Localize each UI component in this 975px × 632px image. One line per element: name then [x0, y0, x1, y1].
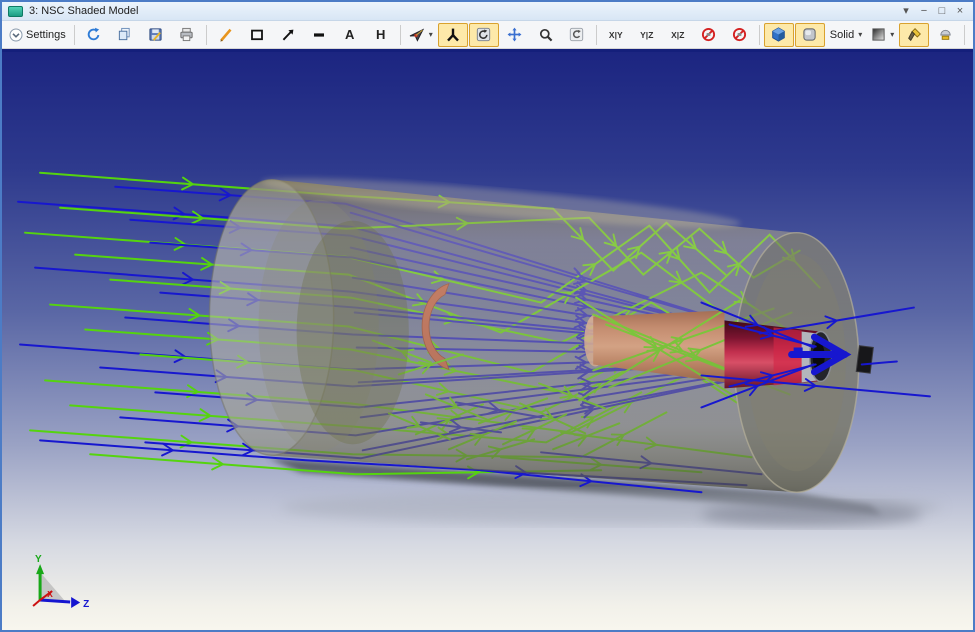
- print-button[interactable]: [172, 23, 202, 47]
- draw-line-button[interactable]: [211, 23, 241, 47]
- split-view-button[interactable]: [969, 23, 973, 47]
- window-menu-chevron-icon[interactable]: ▾: [897, 3, 915, 19]
- flashlight-icon: [907, 27, 922, 42]
- maximize-button[interactable]: □: [933, 3, 951, 19]
- update-button[interactable]: [79, 23, 109, 47]
- orientation-icon: [409, 28, 425, 42]
- dropdown-arrow-icon: ▾: [890, 30, 894, 39]
- gradient-square-icon: [871, 27, 886, 42]
- toolbar-separator: [74, 25, 75, 45]
- dash-icon: [312, 28, 326, 42]
- draw-dash-button[interactable]: [304, 23, 334, 47]
- no-spin-button[interactable]: [694, 23, 724, 47]
- 3d-viewport[interactable]: Y Z X: [2, 49, 973, 630]
- y-axis-label: Y: [35, 554, 42, 565]
- text-height-label: H: [376, 27, 385, 42]
- toolbar-separator: [964, 25, 965, 45]
- rotate-box-icon: [476, 27, 491, 42]
- title-bar: 3: NSC Shaded Model ▾ − □ ×: [2, 2, 973, 21]
- window-icon: [8, 6, 23, 17]
- toolbar: SettingsAH▾X|YY|ZX|ZSolid▾▾Line Thicknes…: [2, 21, 973, 49]
- no-render-button[interactable]: [725, 23, 755, 47]
- draw-rectangle-button[interactable]: [242, 23, 272, 47]
- trident-icon: [446, 27, 460, 42]
- z-axis-label: Z: [83, 599, 89, 610]
- magnifier-icon: [539, 28, 553, 42]
- window-controls: ▾ − □ ×: [897, 3, 969, 19]
- insert-text-button[interactable]: A: [335, 23, 365, 47]
- copy-button[interactable]: [110, 23, 140, 47]
- orientation-button[interactable]: ▾: [405, 23, 437, 47]
- save-icon: [148, 27, 163, 42]
- plane-yz-label: Y|Z: [640, 30, 653, 40]
- plane-xz-label: X|Z: [671, 30, 684, 40]
- background-gradient-button[interactable]: ▾: [867, 23, 898, 47]
- solid-model-button[interactable]: [795, 23, 825, 47]
- pencil-icon: [219, 28, 233, 42]
- arrow-icon: [281, 28, 295, 42]
- toolbar-separator: [400, 25, 401, 45]
- chevron-down-circle-icon: [9, 28, 23, 42]
- plane-xz-button[interactable]: X|Z: [663, 23, 693, 47]
- dropdown-arrow-icon: ▾: [429, 30, 433, 39]
- minimize-button[interactable]: −: [915, 3, 933, 19]
- plane-xy-button[interactable]: X|Y: [601, 23, 631, 47]
- print-icon: [179, 27, 194, 42]
- cube-gray-icon: [802, 27, 817, 42]
- save-image-button[interactable]: [141, 23, 171, 47]
- z-axis: [40, 600, 70, 602]
- shaded-model-scene: Y Z X: [2, 52, 973, 630]
- plane-yz-button[interactable]: Y|Z: [632, 23, 662, 47]
- window-title: 3: NSC Shaded Model: [29, 5, 138, 17]
- brightness-button[interactable]: [930, 23, 960, 47]
- rotate-tool-button[interactable]: [438, 23, 468, 47]
- no-symbol-icon: [732, 27, 747, 42]
- detector-chip: [856, 346, 873, 373]
- close-button[interactable]: ×: [951, 3, 969, 19]
- reset-view-button[interactable]: [562, 23, 592, 47]
- refresh-icon: [86, 27, 101, 42]
- settings-label: Settings: [26, 29, 66, 41]
- lamp-icon: [938, 27, 953, 42]
- dropdown-arrow-icon: ▾: [858, 30, 862, 39]
- toolbar-separator: [206, 25, 207, 45]
- rectangle-icon: [250, 28, 264, 42]
- copy-icon: [117, 27, 132, 42]
- spin-tool-button[interactable]: [469, 23, 499, 47]
- barrel-front-inner-disk: [297, 221, 409, 445]
- lighting-button[interactable]: [899, 23, 929, 47]
- zoom-tool-button[interactable]: [531, 23, 561, 47]
- shaded-model-button[interactable]: [764, 23, 794, 47]
- insert-text-label: A: [345, 27, 354, 42]
- nsc-shaded-model-window: 3: NSC Shaded Model ▾ − □ × Settings A H ▾ X…: [0, 0, 975, 632]
- toolbar-separator: [596, 25, 597, 45]
- plane-xy-label: X|Y: [609, 30, 623, 40]
- text-height-button[interactable]: H: [366, 23, 396, 47]
- x-axis-label: X: [47, 589, 53, 599]
- move-icon: [507, 27, 522, 42]
- no-symbol-icon: [701, 27, 716, 42]
- cube-blue-icon: [771, 27, 786, 42]
- pan-tool-button[interactable]: [500, 23, 530, 47]
- toolbar-separator: [759, 25, 760, 45]
- render-mode-button[interactable]: Solid ▾: [826, 23, 866, 47]
- settings-button[interactable]: Settings: [5, 23, 70, 47]
- reset-rotate-icon: [569, 27, 584, 42]
- draw-arrow-button[interactable]: [273, 23, 303, 47]
- render-mode-label: Solid: [830, 29, 854, 41]
